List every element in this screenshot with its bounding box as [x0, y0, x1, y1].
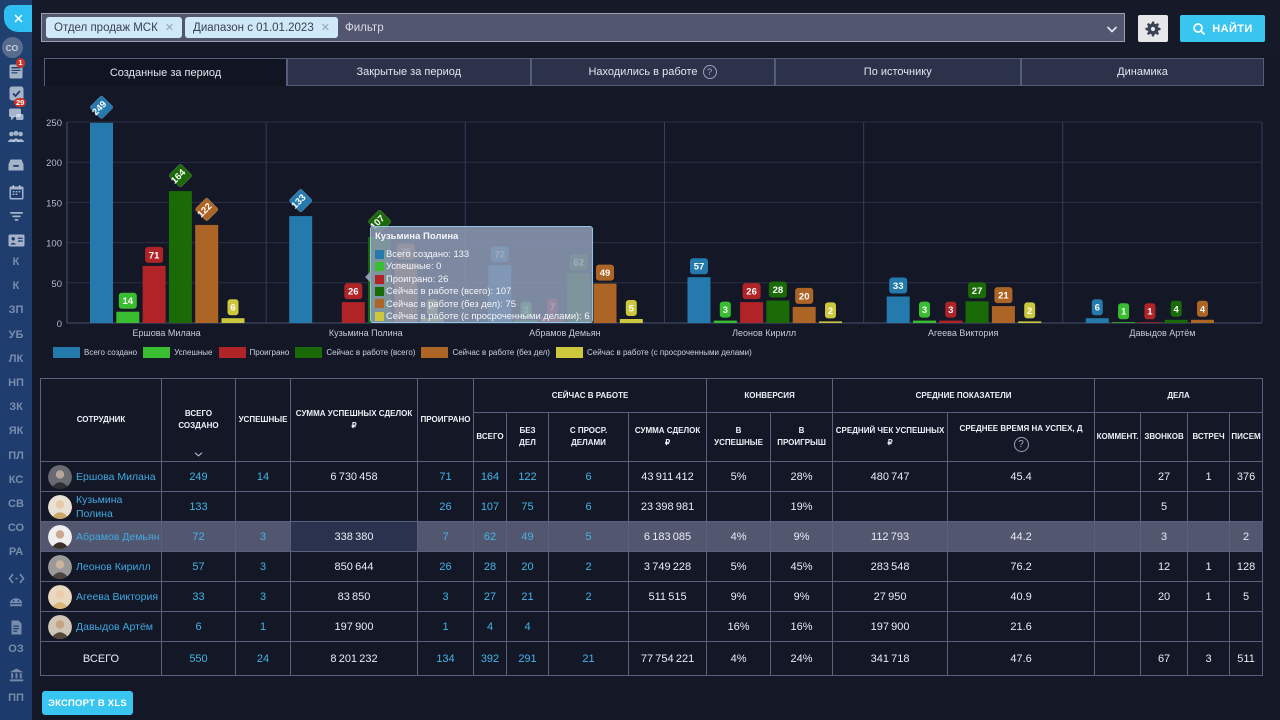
svg-text:71: 71: [149, 250, 160, 261]
svg-text:57: 57: [694, 262, 705, 273]
svg-text:Давыдов Артём: Давыдов Артём: [1129, 328, 1195, 338]
svg-text:2: 2: [828, 306, 833, 317]
svg-text:27: 27: [972, 286, 983, 297]
svg-text:3: 3: [723, 305, 728, 316]
svg-text:6: 6: [1095, 303, 1100, 314]
svg-text:21: 21: [998, 291, 1009, 302]
svg-text:200: 200: [46, 158, 62, 169]
svg-text:50: 50: [51, 279, 62, 290]
svg-text:28: 28: [773, 285, 784, 296]
svg-text:3: 3: [922, 305, 927, 316]
svg-text:Абрамов Демьян: Абрамов Демьян: [529, 328, 600, 338]
svg-text:2: 2: [1027, 306, 1032, 317]
svg-text:122: 122: [195, 201, 214, 220]
svg-text:3: 3: [948, 305, 953, 316]
svg-text:26: 26: [348, 287, 359, 298]
svg-text:Леонов Кирилл: Леонов Кирилл: [732, 328, 796, 338]
svg-text:100: 100: [46, 239, 62, 250]
svg-text:14: 14: [123, 296, 134, 307]
svg-text:33: 33: [893, 281, 904, 292]
svg-text:150: 150: [46, 198, 62, 209]
svg-text:6: 6: [230, 303, 235, 314]
svg-text:Агеева Виктория: Агеева Виктория: [928, 328, 998, 338]
svg-text:4: 4: [1200, 304, 1206, 315]
svg-text:4: 4: [1174, 304, 1180, 315]
svg-text:1: 1: [1121, 307, 1127, 318]
svg-text:26: 26: [746, 287, 757, 298]
svg-text:Кузьмина Полина: Кузьмина Полина: [329, 328, 403, 338]
svg-text:Ершова Милана: Ершова Милана: [133, 328, 201, 338]
svg-text:1: 1: [1147, 307, 1153, 318]
svg-text:5: 5: [629, 304, 635, 315]
svg-text:49: 49: [600, 268, 611, 279]
svg-text:250: 250: [46, 118, 62, 129]
svg-text:249: 249: [90, 99, 109, 118]
svg-text:0: 0: [57, 319, 62, 330]
svg-text:133: 133: [289, 192, 308, 211]
svg-text:164: 164: [169, 167, 188, 186]
svg-text:20: 20: [799, 291, 810, 302]
